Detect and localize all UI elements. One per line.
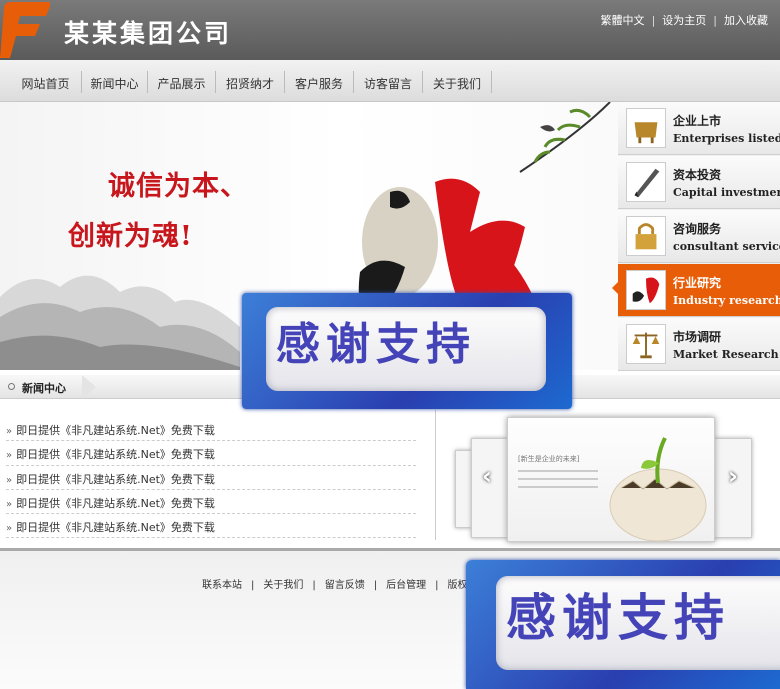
sidebar-item-market[interactable]: 市场调研 Market Research (618, 318, 780, 371)
add-favorite-link[interactable]: 加入收藏 (724, 14, 768, 27)
list-item[interactable]: » 即日提供《非凡建站系统.Net》免费下载 (6, 490, 416, 515)
sidebar-item-label: 行业研究 (673, 276, 722, 290)
sidebar-item-sublabel: Capital investment (673, 186, 780, 199)
site-header: 某某集团公司 繁體中文 | 设为主页 | 加入收藏 (0, 0, 780, 60)
nav-item-news[interactable]: 新闻中心 (82, 71, 148, 93)
nav-item-recruit[interactable]: 招贤纳才 (216, 71, 285, 93)
watermark-text: 感谢支持 (506, 589, 730, 647)
separator: | (713, 14, 717, 27)
news-title[interactable]: 即日提供《非凡建站系统.Net》免费下载 (16, 473, 215, 486)
sidebar-item-investment[interactable]: 资本投资 Capital investment (618, 156, 780, 209)
logo-f-icon[interactable] (0, 0, 50, 60)
sidebar-item-sublabel: Market Research (673, 348, 779, 361)
list-item[interactable]: » 即日提供《非凡建站系统.Net》免费下载 (6, 417, 416, 442)
slogan-line-2: 创新为魂! (68, 221, 193, 252)
footer-copyright-text: 版权 (447, 580, 468, 591)
news-title[interactable]: 即日提供《非凡建站系统.Net》免费下载 (16, 497, 215, 510)
news-title[interactable]: 即日提供《非凡建站系统.Net》免费下载 (16, 448, 215, 461)
double-chevron-icon: » (6, 474, 13, 486)
list-item[interactable]: » 即日提供《非凡建站系统.Net》免费下载 (6, 514, 416, 539)
list-item[interactable]: » 即日提供《非凡建站系统.Net》免费下载 (6, 466, 416, 490)
carousel-main-card[interactable]: [新生是企业的未来] (507, 417, 715, 542)
top-links: 繁體中文 | 设为主页 | 加入收藏 (601, 12, 768, 28)
sidebar-item-consult[interactable]: 咨询服务 consultant service (618, 210, 780, 263)
nav-item-about[interactable]: 关于我们 (423, 71, 492, 93)
set-homepage-link[interactable]: 设为主页 (662, 14, 706, 27)
double-chevron-icon: » (6, 450, 13, 462)
pen-icon (626, 162, 666, 202)
double-chevron-icon: » (6, 426, 13, 437)
vertical-divider (435, 410, 436, 540)
sidebar-item-label: 咨询服务 (673, 222, 722, 236)
tab-arrow-icon (82, 375, 96, 399)
sidebar-item-label: 市场调研 (673, 330, 722, 344)
bronze-ding-icon (626, 108, 666, 148)
nav-item-service[interactable]: 客户服务 (285, 71, 354, 93)
separator: | (251, 580, 255, 591)
watermark-badge: 感谢支持 (466, 560, 780, 689)
separator: | (651, 14, 656, 27)
sidebar-item-sublabel: Enterprises listed (673, 132, 780, 145)
carousel-caption: [新生是企业的未来] (518, 455, 580, 463)
sidebar-item-sublabel: Industry research (673, 294, 780, 307)
tab-news[interactable]: 新闻中心 (0, 375, 100, 399)
slogan-line-1: 诚信为本、 (108, 171, 248, 202)
news-title[interactable]: 即日提供《非凡建站系统.Net》免费下载 (16, 521, 215, 534)
sidebar-item-listed[interactable]: 企业上市 Enterprises listed (618, 102, 780, 155)
news-title[interactable]: 即日提供《非凡建站系统.Net》免费下载 (16, 424, 215, 437)
active-indicator-arrow-icon (612, 281, 619, 295)
double-chevron-icon: » (6, 523, 13, 535)
nav-item-home[interactable]: 网站首页 (10, 71, 82, 93)
willow-branch-icon (519, 102, 611, 173)
site-title: 某某集团公司 (64, 19, 233, 48)
news-list: » 即日提供《非凡建站系统.Net》免费下载 » 即日提供《非凡建站系统.Net》免… (6, 417, 416, 539)
image-carousel[interactable]: [新生是企业的未来] ‹ › (455, 412, 755, 542)
scales-icon (626, 324, 666, 364)
calligraphy-icon (626, 270, 666, 310)
sidebar-item-label: 企业上市 (673, 114, 722, 128)
footer-links: 联系本站 | 关于我们 | 留言反馈 | 后台管理 | 版权 (202, 576, 468, 591)
separator: | (312, 580, 316, 591)
nav-item-products[interactable]: 产品展示 (148, 71, 216, 93)
sidebar-item-research[interactable]: 行业研究 Industry research (618, 264, 780, 317)
carousel-next-button[interactable]: › (723, 462, 743, 492)
lock-icon (626, 216, 666, 256)
circle-bullet-icon (8, 383, 15, 390)
caption-text-lines (518, 470, 598, 494)
news-tab-label: 新闻中心 (22, 382, 66, 395)
footer-admin-link[interactable]: 后台管理 (386, 580, 426, 591)
footer-feedback-link[interactable]: 留言反馈 (325, 580, 365, 591)
egg-sprout-icon (609, 437, 707, 542)
footer-about-link[interactable]: 关于我们 (263, 580, 303, 591)
double-chevron-icon: » (6, 498, 13, 510)
nav-item-guestbook[interactable]: 访客留言 (354, 71, 423, 93)
mountain-painting-icon (0, 275, 240, 370)
watermark-badge: 感谢支持 (242, 293, 572, 409)
carousel-prev-button[interactable]: ‹ (477, 462, 497, 492)
list-item[interactable]: » 即日提供《非凡建站系统.Net》免费下载 (6, 441, 416, 466)
service-sidebar: 企业上市 Enterprises listed 资本投资 Capital inv… (618, 102, 780, 371)
traditional-chinese-link[interactable]: 繁體中文 (601, 14, 645, 27)
main-nav: 网站首页 新闻中心 产品展示 招贤纳才 客户服务 访客留言 关于我们 (0, 60, 780, 102)
sidebar-item-sublabel: consultant service (673, 240, 780, 253)
footer-contact-link[interactable]: 联系本站 (202, 580, 242, 591)
separator: | (435, 580, 439, 591)
separator: | (373, 580, 378, 591)
watermark-text: 感谢支持 (276, 319, 476, 370)
sidebar-item-label: 资本投资 (673, 168, 722, 182)
